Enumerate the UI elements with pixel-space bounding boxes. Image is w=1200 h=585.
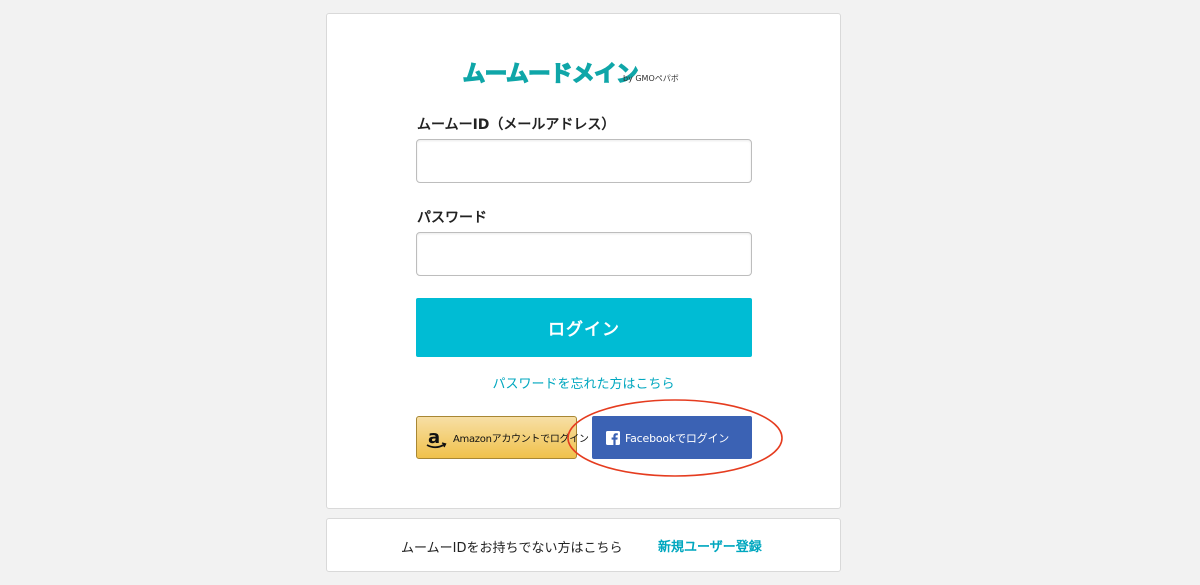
forgot-password-link[interactable]: パスワードを忘れた方はこちら (327, 373, 840, 392)
register-link[interactable]: 新規ユーザー登録 (658, 536, 762, 555)
amazon-login-label: Amazonアカウントでログイン (453, 434, 589, 445)
facebook-login-label: Facebookでログイン (625, 431, 730, 445)
id-input[interactable] (416, 139, 752, 183)
logo-byline: by GMOペパボ (623, 74, 679, 83)
login-button[interactable]: ログイン (416, 298, 752, 357)
signup-card: ムームーIDをお持ちでない方はこちら 新規ユーザー登録 (326, 518, 841, 572)
signup-prompt: ムームーIDをお持ちでない方はこちら (401, 541, 623, 556)
svg-text:a: a (428, 427, 440, 448)
amazon-login-button[interactable]: a Amazonアカウントでログイン (416, 416, 589, 459)
facebook-login-button[interactable]: Facebookでログイン (592, 416, 752, 459)
login-card: ムームードメイン by GMOペパボ ムームーID（メールアドレス） パスワード… (326, 13, 841, 509)
id-label: ムームーID（メールアドレス） (417, 117, 616, 133)
muumuu-domain-logo: ムームードメイン by GMOペパボ (463, 61, 679, 88)
logo-wordmark: ムームードメイン (463, 62, 638, 87)
password-label: パスワード (417, 210, 487, 226)
facebook-icon (606, 430, 620, 445)
password-input[interactable] (416, 232, 752, 276)
amazon-icon: a (426, 427, 447, 448)
